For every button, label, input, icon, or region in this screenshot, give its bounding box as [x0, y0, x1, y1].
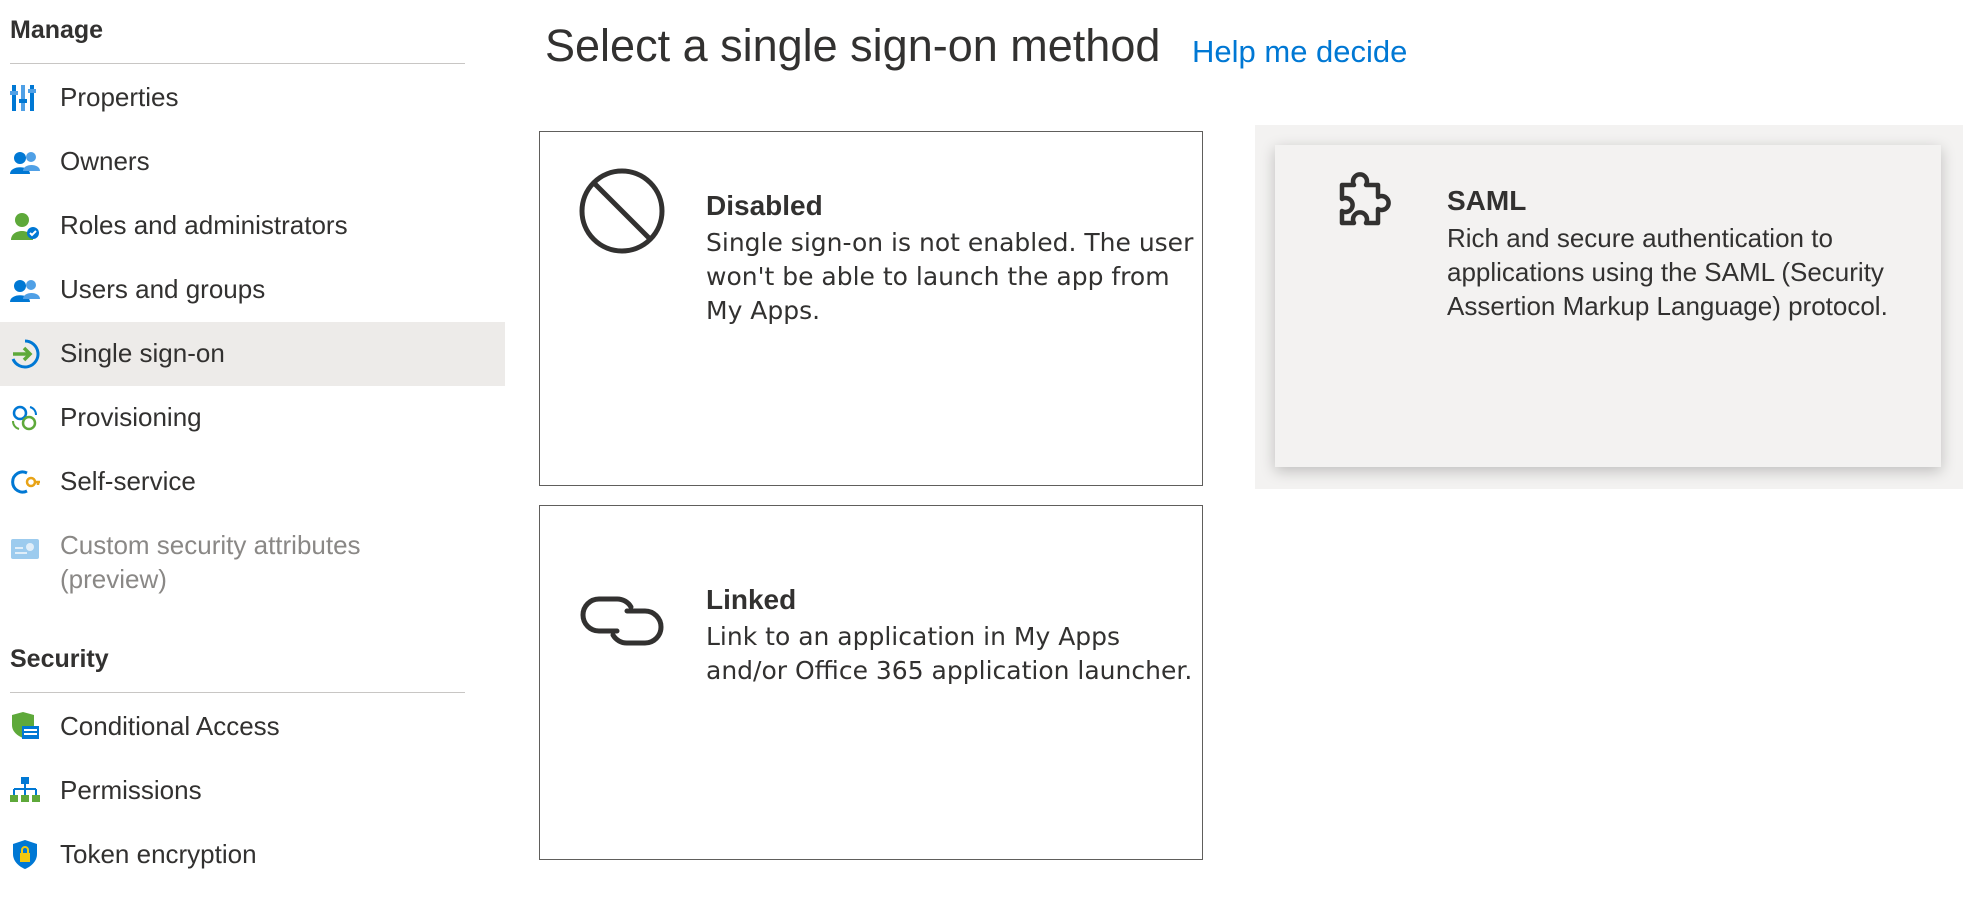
- sidebar-item-single-sign-on[interactable]: Single sign-on: [0, 322, 505, 386]
- users-groups-icon: [10, 275, 40, 305]
- sidebar-item-users-and-groups[interactable]: Users and groups: [0, 258, 505, 322]
- sidebar-item-label: Single sign-on: [60, 338, 225, 368]
- sidebar-item-label: Self-service: [60, 466, 196, 496]
- sidebar-item-label: Roles and administrators: [60, 210, 348, 240]
- sidebar-item-properties[interactable]: Properties: [0, 66, 505, 130]
- card-title: Disabled: [706, 190, 823, 221]
- sso-card-saml[interactable]: SAML Rich and secure authentication to a…: [1275, 145, 1941, 467]
- sidebar-item-self-service[interactable]: Self-service: [0, 450, 505, 514]
- owners-icon: [10, 147, 40, 177]
- manage-section-title: Manage: [10, 16, 104, 44]
- single-sign-on-icon: [10, 339, 40, 369]
- security-divider: [10, 692, 465, 693]
- conditional-access-icon: [10, 712, 40, 742]
- sidebar-item-label: Custom security attributes (preview): [60, 530, 361, 594]
- puzzle-icon: [1320, 167, 1400, 247]
- sidebar-item-custom-security-attributes[interactable]: Custom security attributes (preview): [0, 514, 505, 604]
- roles-icon: [10, 211, 40, 241]
- sidebar-item-token-encryption[interactable]: Token encryption: [0, 823, 505, 887]
- page-title: Select a single sign-on method: [545, 20, 1161, 71]
- sidebar-item-conditional-access[interactable]: Conditional Access: [0, 695, 505, 759]
- sidebar-item-label: Token encryption: [60, 839, 257, 869]
- card-description: Single sign-on is not enabled. The user …: [706, 228, 1194, 325]
- card-description: Link to an application in My Apps and/or…: [706, 622, 1193, 685]
- sidebar-item-label: Conditional Access: [60, 711, 280, 741]
- link-icon: [577, 576, 667, 666]
- sidebar-item-label: Permissions: [60, 775, 202, 805]
- self-service-icon: [10, 467, 40, 497]
- card-title: Linked: [706, 584, 797, 615]
- sidebar-item-label: Properties: [60, 82, 179, 112]
- sidebar-item-label: Users and groups: [60, 274, 266, 304]
- card-title: SAML: [1447, 185, 1527, 216]
- card-description: Rich and secure authentication to applic…: [1447, 223, 1888, 321]
- custom-security-attributes-icon: [10, 534, 40, 564]
- token-encryption-icon: [10, 840, 40, 870]
- security-section-title: Security: [10, 645, 109, 673]
- sso-card-linked[interactable]: Linked Link to an application in My Apps…: [539, 505, 1203, 860]
- sidebar-item-roles-and-administrators[interactable]: Roles and administrators: [0, 194, 505, 258]
- sidebar-item-provisioning[interactable]: Provisioning: [0, 386, 505, 450]
- sso-card-saml-container: SAML Rich and secure authentication to a…: [1255, 125, 1963, 489]
- help-me-decide-link[interactable]: Help me decide: [1192, 34, 1407, 70]
- sidebar-item-owners[interactable]: Owners: [0, 130, 505, 194]
- permissions-icon: [10, 776, 40, 806]
- sidebar-item-permissions[interactable]: Permissions: [0, 759, 505, 823]
- prohibited-icon: [577, 166, 667, 256]
- properties-icon: [10, 83, 40, 113]
- manage-divider: [10, 63, 465, 64]
- sidebar-item-label: Owners: [60, 146, 150, 176]
- sidebar-item-label: Provisioning: [60, 402, 202, 432]
- sso-card-disabled[interactable]: Disabled Single sign-on is not enabled. …: [539, 131, 1203, 486]
- provisioning-icon: [10, 403, 40, 433]
- sidebar: Manage Properties Owners Roles and admin…: [0, 0, 505, 902]
